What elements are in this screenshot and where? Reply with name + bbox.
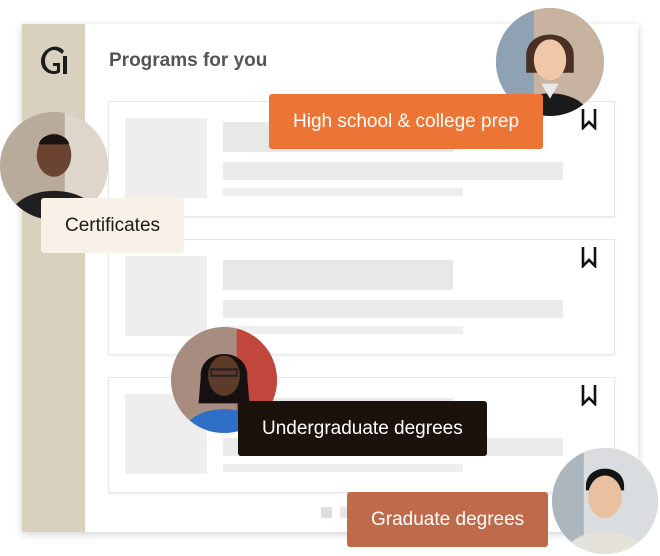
page-title: Programs for you	[109, 50, 268, 71]
bookmark-icon[interactable]	[581, 384, 597, 406]
logo-icon[interactable]	[36, 42, 72, 78]
card-subtext-placeholder	[223, 464, 463, 472]
card-thumbnail-placeholder	[125, 118, 207, 198]
pagination-dot[interactable]	[321, 507, 332, 518]
tag-certificates[interactable]: Certificates	[41, 198, 185, 253]
tag-graduate-degrees[interactable]: Graduate degrees	[347, 492, 549, 547]
card-thumbnail-placeholder	[125, 256, 207, 336]
sidebar	[22, 24, 85, 532]
card-subtext-placeholder	[223, 326, 463, 334]
card-text-placeholder	[223, 300, 563, 318]
card-subtext-placeholder	[223, 188, 463, 196]
card-text-placeholder	[223, 162, 563, 180]
bookmark-icon[interactable]	[581, 246, 597, 268]
bookmark-icon[interactable]	[581, 108, 597, 130]
tag-undergraduate-degrees[interactable]: Undergraduate degrees	[238, 401, 487, 456]
program-card-2[interactable]	[108, 239, 615, 355]
tag-high-school-college-prep[interactable]: High school & college prep	[269, 94, 544, 149]
card-title-placeholder	[223, 260, 453, 290]
avatar-man-bottom-right	[552, 448, 658, 554]
